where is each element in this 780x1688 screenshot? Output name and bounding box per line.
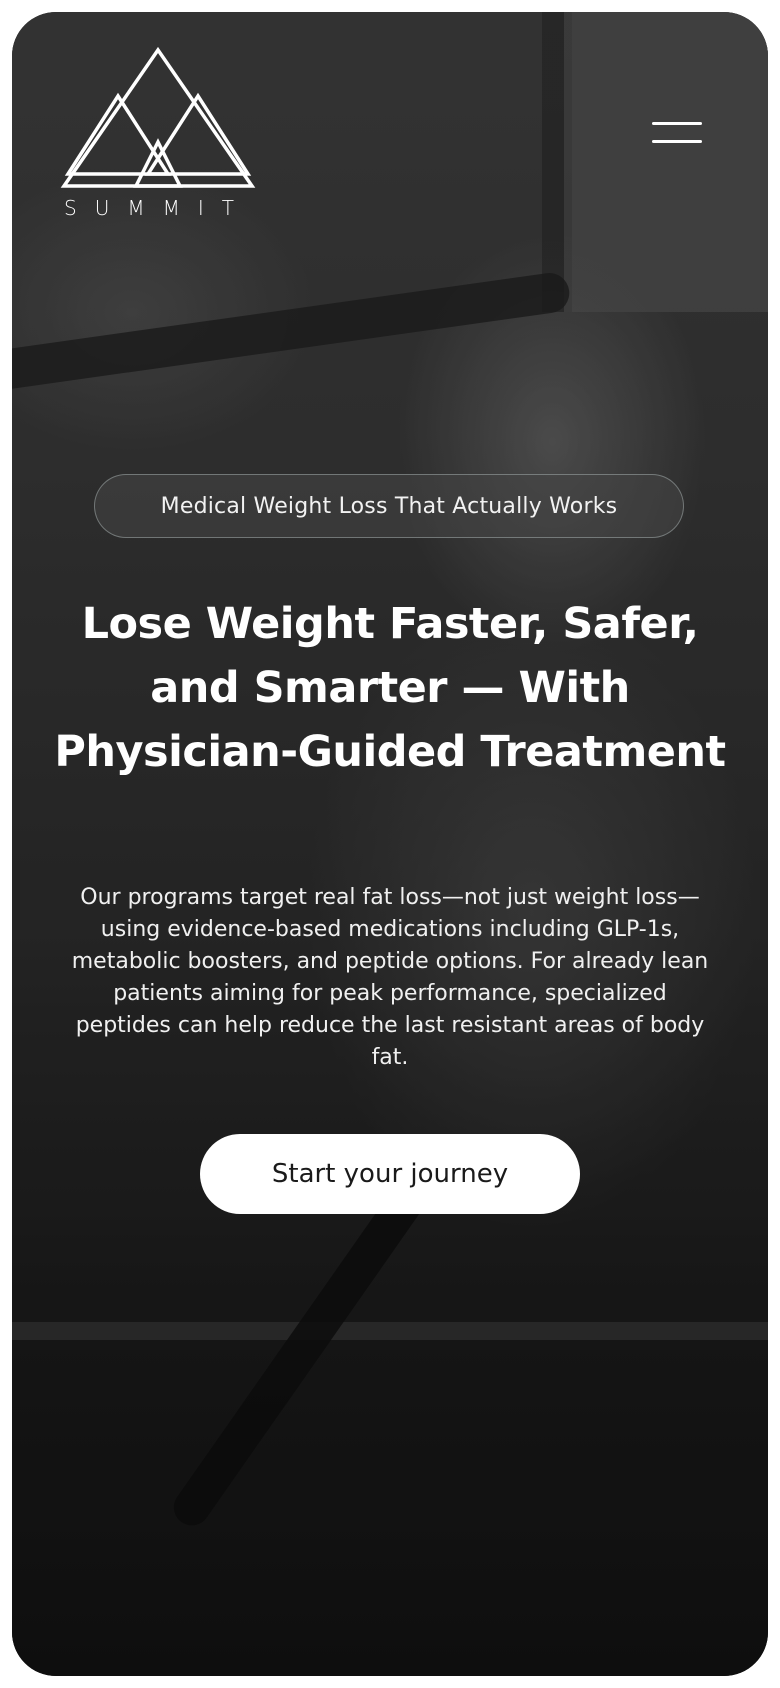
hero-overlay [12,12,768,1676]
start-journey-button[interactable]: Start your journey [200,1134,580,1214]
phone-screen: SUMMIT Medical Weight Loss That Actually… [12,12,768,1676]
brand-wordmark: SUMMIT [64,196,252,220]
mountain-triangles-logo-icon [60,46,256,188]
brand-logo[interactable]: SUMMIT [56,46,260,226]
hero-headline: Lose Weight Faster, Safer, and Smarter —… [54,599,726,777]
tagline-badge: Medical Weight Loss That Actually Works [94,474,684,538]
hero-description: Our programs target real fat loss—not ju… [71,885,709,1070]
hamburger-menu-icon[interactable] [652,120,702,146]
